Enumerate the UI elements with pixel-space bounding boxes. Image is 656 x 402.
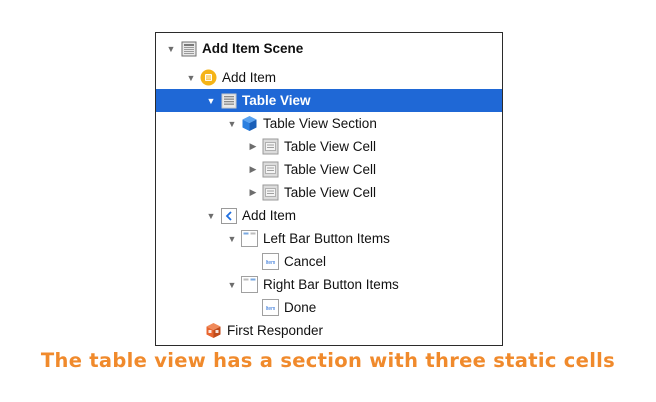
view-controller-icon xyxy=(200,69,217,86)
bar-items-icon xyxy=(241,276,258,293)
disclosure-expanded-icon[interactable]: ▼ xyxy=(226,233,238,245)
outline-row-table-view-cell[interactable]: ▶ Table View Cell xyxy=(156,135,502,158)
document-outline-panel: ▼ Add Item Scene ▼ Add Item ▼ Table View… xyxy=(155,32,503,346)
outline-row-table-view[interactable]: ▼ Table View xyxy=(156,89,502,112)
outline-row-done-item[interactable]: Item Done xyxy=(156,296,502,319)
disclosure-expanded-icon[interactable]: ▼ xyxy=(226,279,238,291)
disclosure-collapsed-icon[interactable]: ▶ xyxy=(247,164,259,176)
disclosure-collapsed-icon[interactable]: ▶ xyxy=(247,141,259,153)
bar-items-icon xyxy=(241,230,258,247)
outline-label: Left Bar Button Items xyxy=(263,231,390,246)
outline-label: Table View xyxy=(242,93,311,108)
disclosure-expanded-icon[interactable]: ▼ xyxy=(165,43,177,55)
outline-label: Add Item xyxy=(242,208,297,223)
outline-label: Add Item xyxy=(222,70,277,85)
table-cell-icon xyxy=(262,184,279,201)
outline-label: Done xyxy=(284,300,317,315)
outline-row-table-view-cell[interactable]: ▶ Table View Cell xyxy=(156,158,502,181)
disclosure-collapsed-icon[interactable]: ▶ xyxy=(247,187,259,199)
bar-button-item-icon: Item xyxy=(262,299,279,316)
outline-row-cancel-item[interactable]: Item Cancel xyxy=(156,250,502,273)
outline-row-left-bar-button-items[interactable]: ▼ Left Bar Button Items xyxy=(156,227,502,250)
outline-row-navigation-item[interactable]: ▼ Add Item xyxy=(156,204,502,227)
outline-row-table-view-cell[interactable]: ▶ Table View Cell xyxy=(156,181,502,204)
disclosure-expanded-icon[interactable]: ▼ xyxy=(205,95,217,107)
outline-label: Table View Cell xyxy=(284,162,377,177)
figure-caption: The table view has a section with three … xyxy=(40,349,616,372)
back-chevron-icon xyxy=(220,207,237,224)
item-badge-text: Item xyxy=(266,306,276,312)
outline-row-first-responder[interactable]: First Responder xyxy=(156,319,502,342)
outline-label: Cancel xyxy=(284,254,327,269)
bar-button-item-icon: Item xyxy=(262,253,279,270)
disclosure-expanded-icon[interactable]: ▼ xyxy=(226,118,238,130)
outline-row-view-controller[interactable]: ▼ Add Item xyxy=(156,66,502,89)
outline-label: Right Bar Button Items xyxy=(263,277,399,292)
table-cell-icon xyxy=(262,138,279,155)
outline-row-scene[interactable]: ▼ Add Item Scene xyxy=(156,37,502,60)
outline-row-right-bar-button-items[interactable]: ▼ Right Bar Button Items xyxy=(156,273,502,296)
outline-label: Table View Cell xyxy=(284,139,377,154)
outline-label: First Responder xyxy=(227,323,324,338)
first-responder-icon xyxy=(205,322,222,339)
outline-row-table-view-section[interactable]: ▼ Table View Section xyxy=(156,112,502,135)
item-badge-text: Item xyxy=(266,260,276,266)
cube-icon xyxy=(241,115,258,132)
table-cell-icon xyxy=(262,161,279,178)
outline-label: Table View Cell xyxy=(284,185,377,200)
scene-icon xyxy=(180,40,197,57)
table-view-icon xyxy=(220,92,237,109)
disclosure-expanded-icon[interactable]: ▼ xyxy=(185,72,197,84)
disclosure-expanded-icon[interactable]: ▼ xyxy=(205,210,217,222)
outline-label: Table View Section xyxy=(263,116,377,131)
outline-label: Add Item Scene xyxy=(202,41,304,56)
